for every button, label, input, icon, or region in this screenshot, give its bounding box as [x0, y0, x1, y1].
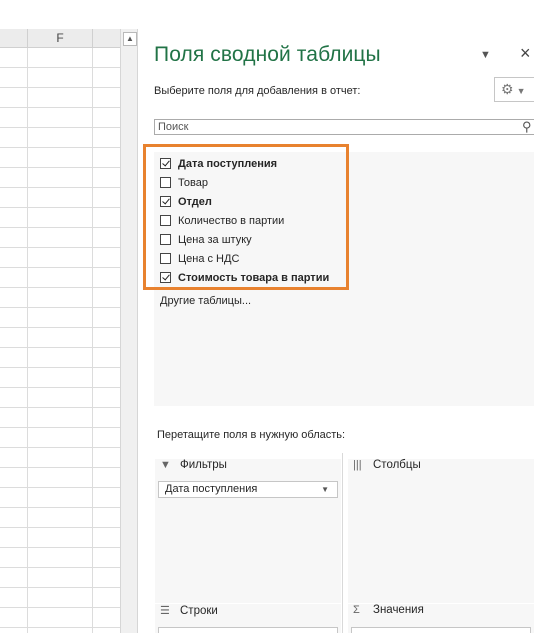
columns-label: Столбцы: [373, 459, 421, 471]
rows-field-stub[interactable]: [158, 627, 338, 633]
values-label: Значения: [373, 604, 424, 616]
field-list: Дата поступления Товар Отдел Количество …: [154, 152, 534, 406]
tools-button[interactable]: ⚙ ▼: [494, 77, 534, 102]
top-strip: [0, 0, 534, 29]
filter-field-dropdown[interactable]: Дата поступления ▼: [158, 481, 338, 498]
field-label: Товар: [178, 177, 208, 189]
filters-area[interactable]: ▼ Фильтры Дата поступления ▼: [155, 459, 341, 603]
checkbox-checked[interactable]: [160, 272, 171, 283]
search-input[interactable]: Поиск ⚲: [154, 119, 534, 135]
other-tables-link[interactable]: Другие таблицы...: [160, 295, 251, 307]
close-icon[interactable]: ×: [520, 43, 531, 64]
checkbox-unchecked[interactable]: [160, 215, 171, 226]
field-label: Количество в партии: [178, 215, 285, 227]
columns-area-header: ||| Столбцы: [353, 459, 421, 471]
rows-area[interactable]: ☰ Строки: [155, 604, 341, 633]
checkbox-unchecked[interactable]: [160, 177, 171, 188]
filter-icon: ▼: [160, 459, 171, 471]
drag-fields-hint: Перетащите поля в нужную область:: [157, 429, 346, 441]
sigma-icon: Σ: [353, 604, 360, 616]
filters-label: Фильтры: [180, 459, 227, 471]
column-header-g[interactable]: [93, 29, 120, 48]
column-header-e[interactable]: [0, 29, 28, 48]
pivot-field-list-pane: Поля сводной таблицы ▼ × Выберите поля д…: [139, 29, 534, 633]
chevron-down-icon: ▼: [516, 86, 526, 96]
columns-icon: |||: [353, 459, 362, 471]
values-area[interactable]: Σ Значения: [348, 604, 534, 633]
filters-area-header: ▼ Фильтры: [160, 459, 227, 471]
column-header-f[interactable]: F: [28, 29, 93, 48]
checkbox-unchecked[interactable]: [160, 234, 171, 245]
columns-area[interactable]: ||| Столбцы: [348, 459, 534, 603]
field-label: Стоимость товара в партии: [178, 272, 330, 284]
values-area-header: Σ Значения: [353, 604, 424, 616]
gear-icon: ⚙: [501, 81, 514, 97]
rows-label: Строки: [180, 605, 218, 617]
field-label: Дата поступления: [178, 158, 278, 170]
values-field-stub[interactable]: [351, 627, 531, 633]
rows-area-header: ☰ Строки: [160, 604, 218, 617]
checkbox-checked[interactable]: [160, 196, 171, 207]
rows-icon: ☰: [160, 605, 170, 617]
vertical-scrollbar[interactable]: ▲: [120, 29, 138, 633]
area-divider: [342, 453, 343, 633]
search-placeholder: Поиск: [158, 121, 189, 133]
filter-field-label: Дата поступления: [165, 483, 258, 495]
field-label: Цена за штуку: [178, 234, 252, 246]
checkbox-unchecked[interactable]: [160, 253, 171, 264]
field-label: Цена с НДС: [178, 253, 240, 265]
field-label: Отдел: [178, 196, 212, 208]
cell-grid[interactable]: [0, 48, 120, 633]
search-icon[interactable]: ⚲: [522, 119, 532, 135]
spreadsheet-grid[interactable]: F: [0, 29, 120, 633]
chevron-down-icon[interactable]: ▼: [321, 482, 329, 497]
scroll-up-arrow-icon[interactable]: ▲: [123, 32, 137, 46]
checkbox-checked[interactable]: [160, 158, 171, 169]
pane-options-dropdown-icon[interactable]: ▼: [480, 49, 491, 61]
pane-title: Поля сводной таблицы: [154, 43, 381, 66]
pane-subtitle: Выберите поля для добавления в отчет:: [154, 85, 361, 97]
